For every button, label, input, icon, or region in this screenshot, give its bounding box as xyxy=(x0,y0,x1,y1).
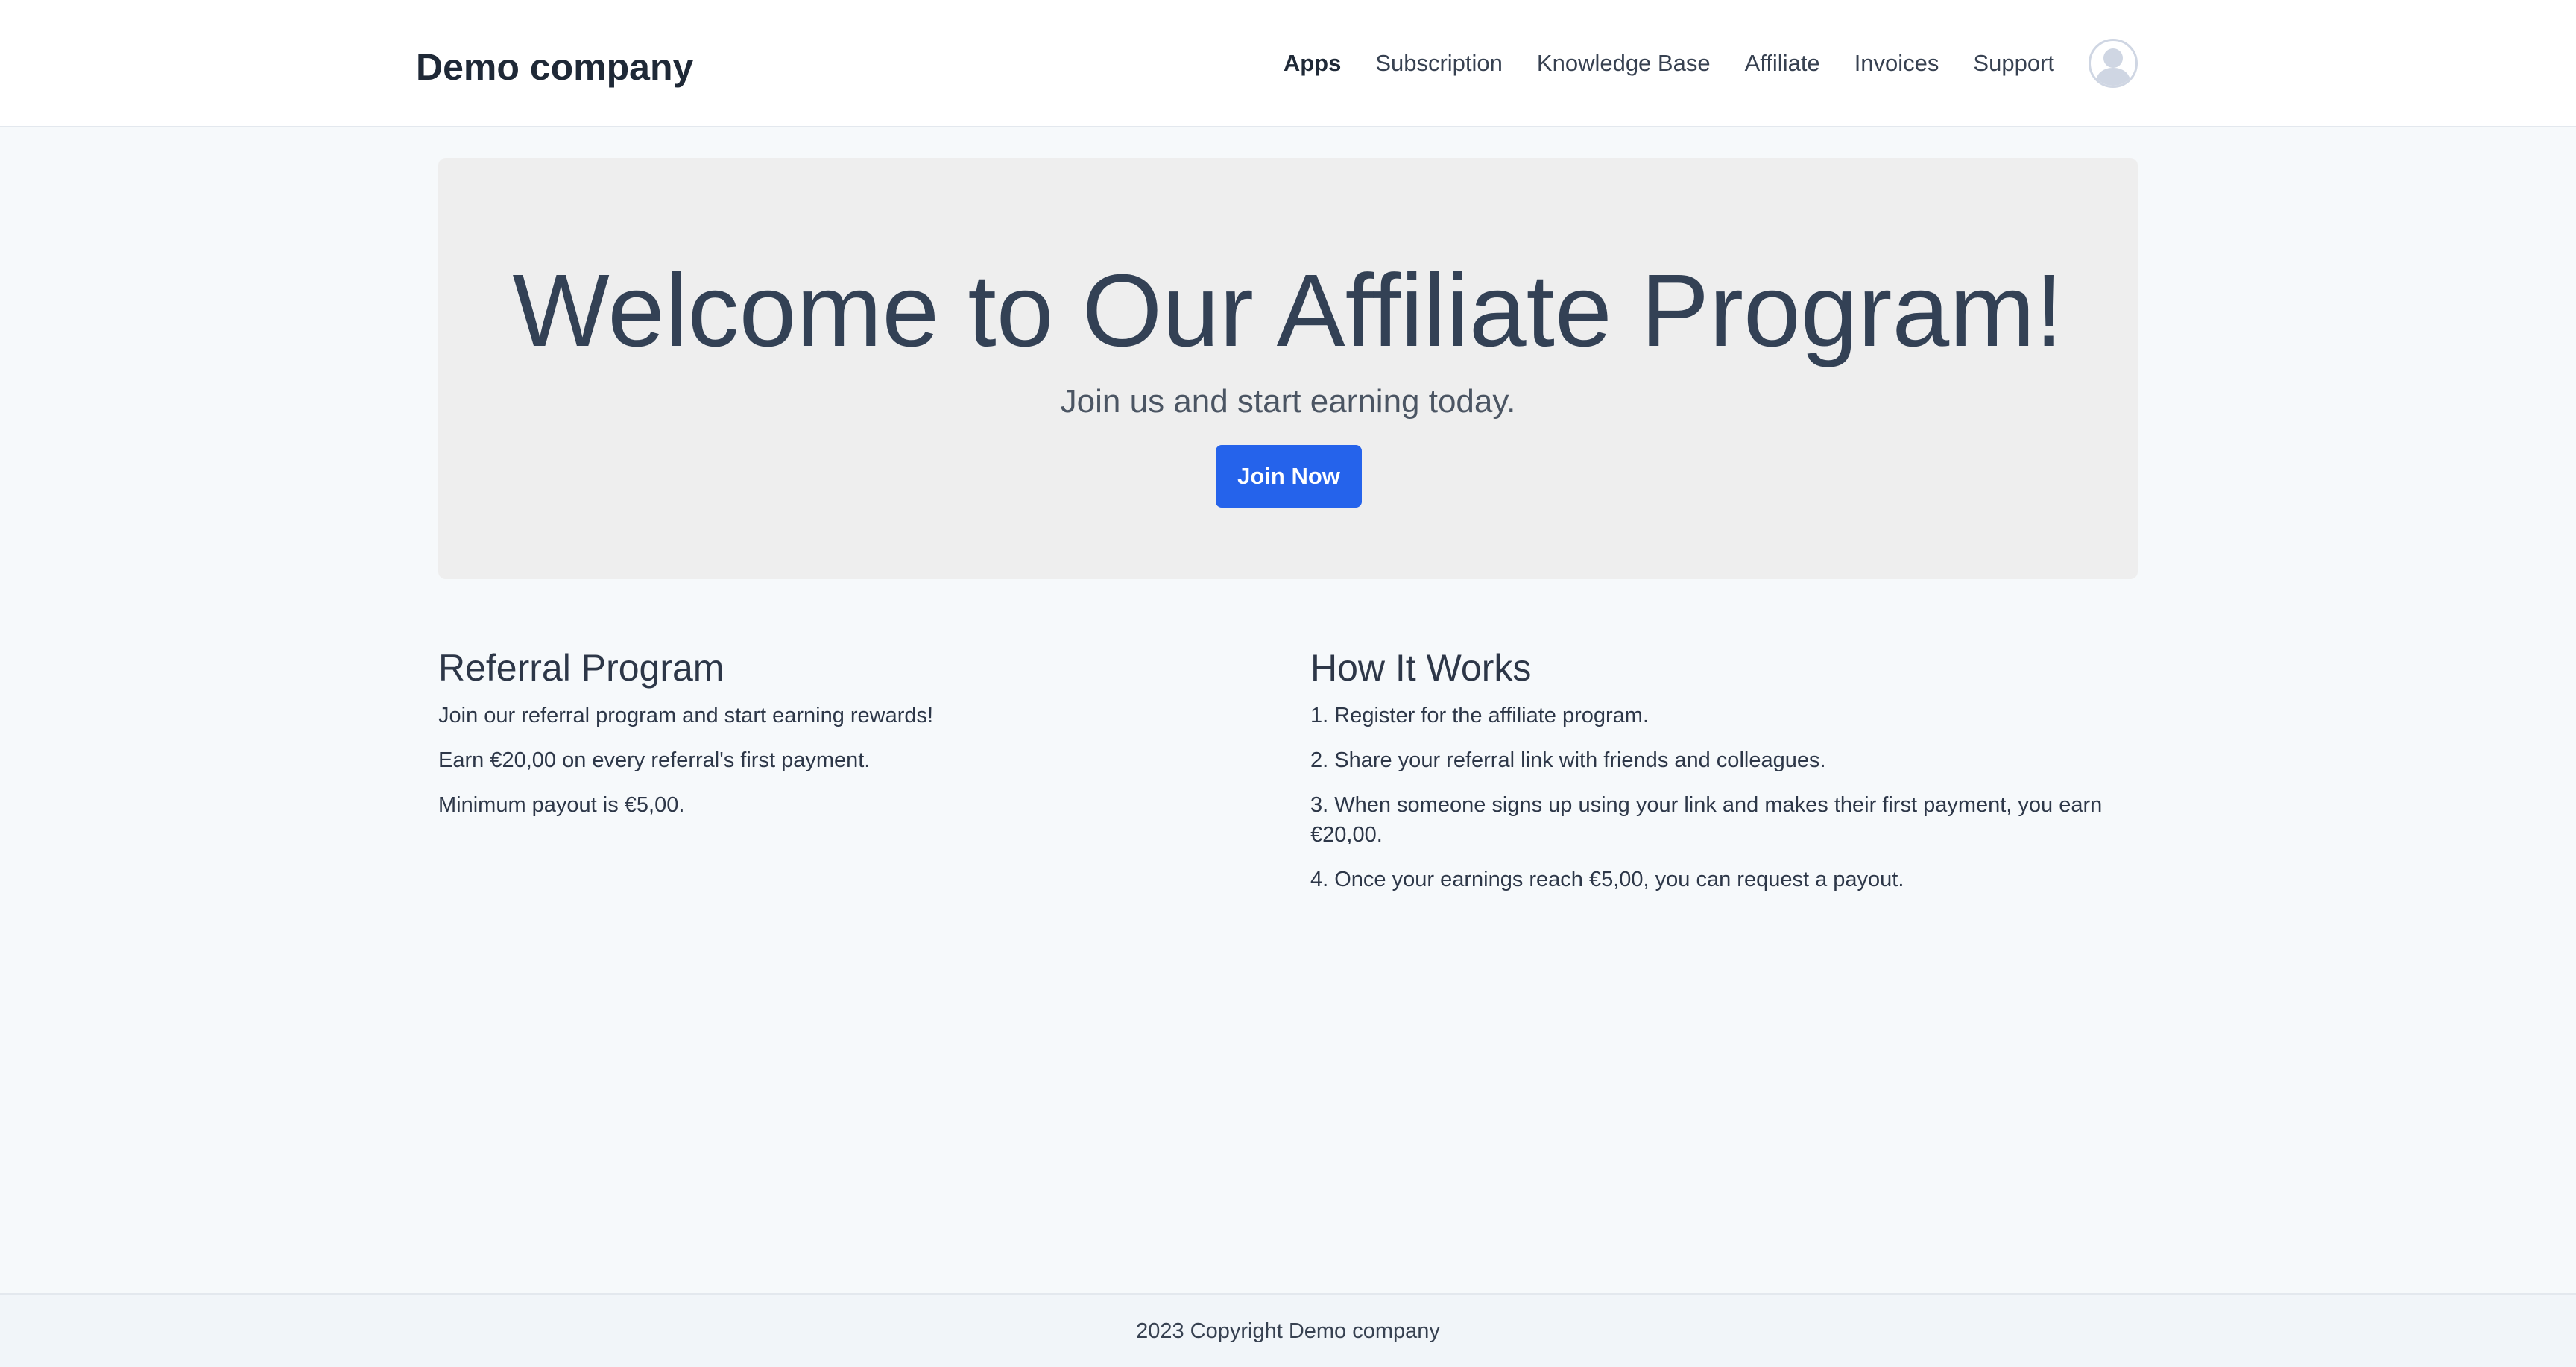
how-it-works-step: 2. Share your referral link with friends… xyxy=(1310,748,1826,772)
footer-copyright: 2023 Copyright Demo company xyxy=(1136,1319,1440,1343)
how-it-works-step: 4. Once your earnings reach €5,00, you c… xyxy=(1310,868,1904,891)
main-nav: Apps Subscription Knowledge Base Affilia… xyxy=(1249,39,2138,88)
hero-title: Welcome to Our Affiliate Program! xyxy=(512,253,2064,368)
nav-item-apps[interactable]: Apps xyxy=(1284,48,1342,78)
referral-line: Minimum payout is €5,00. xyxy=(438,793,685,817)
referral-line: Join our referral program and start earn… xyxy=(438,704,934,727)
hero-banner: Welcome to Our Affiliate Program! Join u… xyxy=(438,158,2138,579)
referral-program-section: Referral Program Join our referral progr… xyxy=(438,645,1281,835)
nav-item-invoices[interactable]: Invoices xyxy=(1854,48,1939,78)
user-avatar-icon[interactable] xyxy=(2089,39,2138,88)
referral-line: Earn €20,00 on every referral's first pa… xyxy=(438,748,871,772)
nav-item-support[interactable]: Support xyxy=(1973,48,2054,78)
brand-logo-text[interactable]: Demo company xyxy=(416,45,693,89)
nav-item-subscription[interactable]: Subscription xyxy=(1375,48,1503,78)
how-it-works-title: How It Works xyxy=(1310,647,1532,689)
how-it-works-step: 3. When someone signs up using your link… xyxy=(1310,793,2103,847)
top-navbar: Demo company Apps Subscription Knowledge… xyxy=(0,0,2576,127)
how-it-works-section: How It Works 1. Register for the affilia… xyxy=(1310,645,2153,909)
referral-program-title: Referral Program xyxy=(438,647,724,689)
hero-subtitle: Join us and start earning today. xyxy=(1060,383,1516,420)
nav-item-knowledge-base[interactable]: Knowledge Base xyxy=(1537,48,1711,78)
join-now-button[interactable]: Join Now xyxy=(1216,445,1362,508)
how-it-works-step: 1. Register for the affiliate program. xyxy=(1310,704,1650,727)
nav-item-affiliate[interactable]: Affiliate xyxy=(1745,48,1820,78)
page-footer: 2023 Copyright Demo company xyxy=(0,1293,2576,1367)
